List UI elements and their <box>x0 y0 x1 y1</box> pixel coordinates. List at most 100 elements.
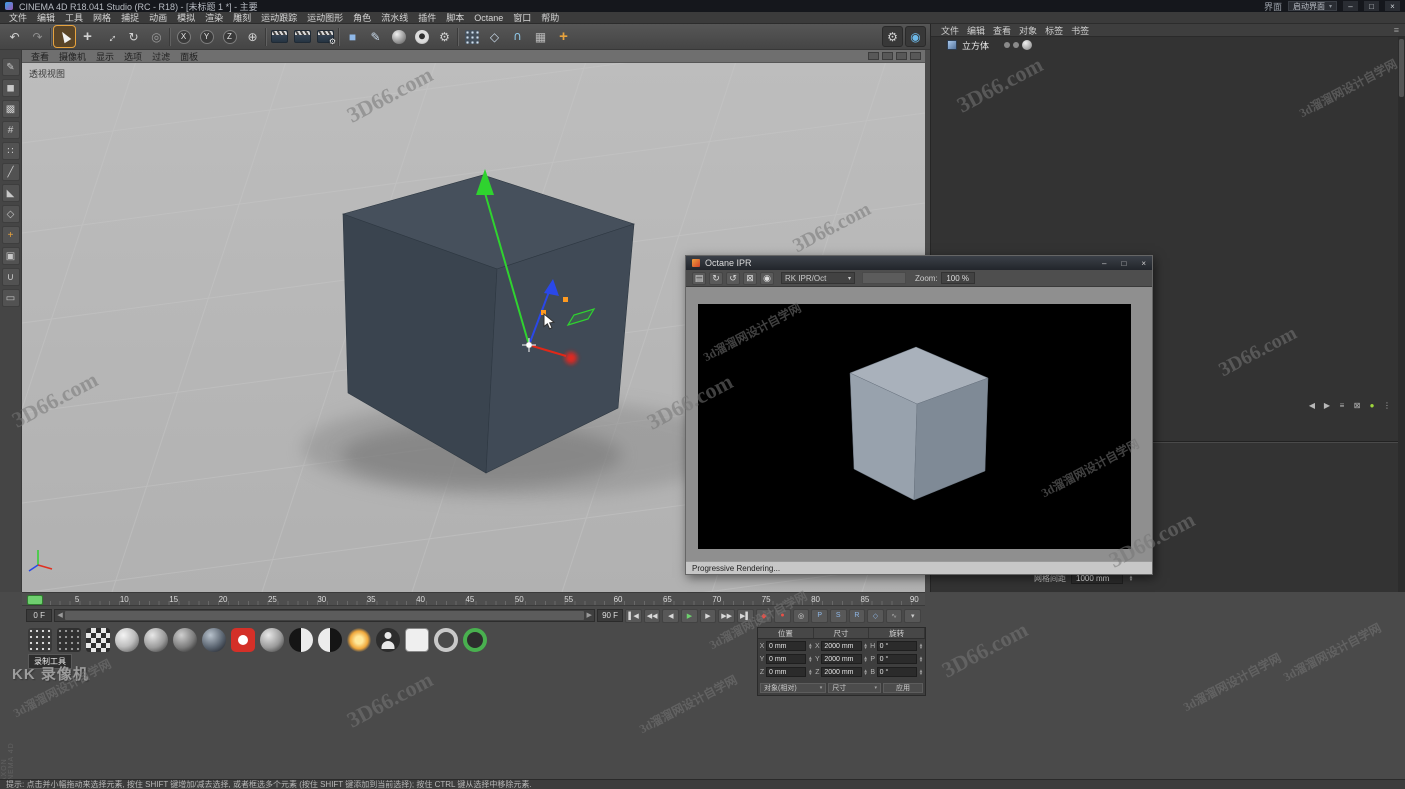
menu-item[interactable]: 文件 <box>4 11 32 24</box>
move-tool-icon[interactable]: + <box>77 26 98 47</box>
save-image-icon[interactable]: ▤ <box>692 272 706 285</box>
snap-settings-icon[interactable]: ∪ <box>2 268 20 286</box>
coords-mode-select[interactable]: 对象(相对)▾ <box>760 683 826 693</box>
viewport-menu-item[interactable]: 过滤 <box>147 50 175 63</box>
stepper[interactable] <box>807 656 813 662</box>
menu-item[interactable]: Octane <box>469 13 508 23</box>
refresh-render-icon[interactable]: ↻ <box>709 272 723 285</box>
object-row[interactable]: 立方体 <box>931 37 1405 53</box>
viewport-menu-item[interactable]: 查看 <box>26 50 54 63</box>
edges-mode-icon[interactable]: ╱ <box>2 163 20 181</box>
make-editable-icon[interactable]: ✎ <box>2 58 20 76</box>
viewport-menu-icon[interactable] <box>910 52 921 60</box>
phong-tag-icon[interactable] <box>1022 40 1032 50</box>
generators-icon[interactable] <box>388 26 409 47</box>
stepper[interactable] <box>918 643 924 649</box>
stepper[interactable] <box>918 669 924 675</box>
start-frame-field[interactable]: 0 F <box>26 609 52 622</box>
stepper[interactable] <box>863 656 869 662</box>
octane-settings-icon[interactable]: ⚙ <box>434 26 455 47</box>
record-pla-button[interactable]: ∿ <box>886 609 903 623</box>
redo-icon[interactable]: ↷ <box>27 26 48 47</box>
end-frame-field[interactable]: 90 F <box>597 609 623 622</box>
material-swatch-bw[interactable] <box>318 628 342 652</box>
render-resolution-field[interactable] <box>862 272 906 284</box>
object-manager-menu-item[interactable]: 标签 <box>1041 24 1067 37</box>
material-swatch-checker[interactable] <box>86 628 110 652</box>
go-to-end-button[interactable]: ▶▌ <box>737 609 754 623</box>
render-pass-dropdown[interactable]: RK IPR/Oct▾ <box>781 272 855 284</box>
record-rotation-button[interactable]: R <box>849 609 866 623</box>
playback-menu-button[interactable]: ▾ <box>904 609 921 623</box>
timeline-scrollbar-thumb[interactable] <box>65 611 584 620</box>
live-status-dot[interactable]: ● <box>1367 401 1377 411</box>
coord-value-field[interactable]: 0 ° <box>877 654 917 664</box>
menu-item[interactable]: 编辑 <box>32 11 60 24</box>
record-parameter-button[interactable]: ◇ <box>867 609 884 623</box>
octane-ball-icon[interactable] <box>411 26 432 47</box>
menu-item[interactable]: 运动图形 <box>302 11 348 24</box>
material-swatch-sphere[interactable] <box>115 628 139 652</box>
stepper[interactable] <box>807 643 813 649</box>
menu-item[interactable]: 网格 <box>88 11 116 24</box>
preferences-gear-icon[interactable]: ⚙ <box>882 26 903 47</box>
visibility-dot-bottom-icon[interactable] <box>1013 42 1019 48</box>
record-scale-button[interactable]: S <box>830 609 847 623</box>
previous-key-button[interactable]: ◀◀ <box>644 609 661 623</box>
previous-frame-button[interactable]: ◀ <box>662 609 679 623</box>
lock-resolution-icon[interactable]: ⊠ <box>743 272 757 285</box>
coord-value-field[interactable]: 0 mm <box>766 641 806 651</box>
menu-item[interactable]: 工具 <box>60 11 88 24</box>
texture-mode-icon[interactable]: ▩ <box>2 100 20 118</box>
material-swatch-sphere[interactable] <box>144 628 168 652</box>
menu-item[interactable]: 动画 <box>144 11 172 24</box>
scrollbar-thumb[interactable] <box>1399 39 1404 97</box>
back-arrow-icon[interactable]: ◀ <box>1307 401 1317 411</box>
coord-value-field[interactable]: 0 ° <box>877 667 917 677</box>
material-swatch-sphere[interactable] <box>202 628 226 652</box>
render-to-picture-viewer-icon[interactable] <box>292 26 313 47</box>
object-manager-menu-item[interactable]: 编辑 <box>963 24 989 37</box>
coords-size-select[interactable]: 尺寸▾ <box>828 683 881 693</box>
viewport-layout-single-icon[interactable] <box>882 52 893 60</box>
viewport-capture-icon[interactable]: ◉ <box>905 26 926 47</box>
coordinate-system-icon[interactable]: ⊕ <box>242 26 263 47</box>
rotate-tool-icon[interactable]: ↻ <box>123 26 144 47</box>
object-manager-menu-item[interactable]: 书签 <box>1067 24 1093 37</box>
coord-value-field[interactable]: 0 mm <box>766 654 806 664</box>
texture-axis-icon[interactable]: ▣ <box>2 247 20 265</box>
play-button[interactable]: ▶ <box>681 609 698 623</box>
coord-value-field[interactable]: 0 mm <box>766 667 806 677</box>
timeline[interactable]: 051015202530354045505560657075808590 <box>22 592 925 606</box>
workplane-tool-icon[interactable]: ▦ <box>530 26 551 47</box>
apply-button[interactable]: 应用 <box>883 683 923 693</box>
add-cube-icon[interactable]: ■ <box>342 26 363 47</box>
material-swatch-sphere[interactable] <box>260 628 284 652</box>
panel-scrollbar[interactable] <box>1398 37 1405 592</box>
green-ring-icon[interactable] <box>463 628 487 652</box>
undo-icon[interactable]: ↶ <box>4 26 25 47</box>
viewport-swap-icon[interactable] <box>896 52 907 60</box>
material-swatch-bw[interactable] <box>289 628 313 652</box>
live-selection-icon[interactable] <box>54 26 75 47</box>
menu-item[interactable]: 运动跟踪 <box>256 11 302 24</box>
panel-menu-icon[interactable]: ≡ <box>1394 25 1399 35</box>
render-view-icon[interactable] <box>269 26 290 47</box>
menu-item[interactable]: 渲染 <box>200 11 228 24</box>
record-keyframe-button[interactable]: ◆ <box>756 609 773 623</box>
animation-mode-icon[interactable]: ◇ <box>2 205 20 223</box>
menu-item[interactable]: 流水线 <box>376 11 413 24</box>
viewport-menu-item[interactable]: 选项 <box>119 50 147 63</box>
figure-icon[interactable] <box>376 628 400 652</box>
spline-pen-icon[interactable]: ✎ <box>365 26 386 47</box>
stepper[interactable] <box>863 643 869 649</box>
focus-picker-icon[interactable]: ◉ <box>760 272 774 285</box>
menu-item[interactable]: 插件 <box>413 11 441 24</box>
object-manager-menu-item[interactable]: 文件 <box>937 24 963 37</box>
record-position-button[interactable]: P <box>811 609 828 623</box>
go-to-start-button[interactable]: ▌◀ <box>625 609 642 623</box>
menu-item[interactable]: 模拟 <box>172 11 200 24</box>
autokeying-button[interactable]: ● <box>774 609 791 623</box>
ring-icon[interactable] <box>434 628 458 652</box>
render-settings-icon[interactable] <box>315 26 336 47</box>
